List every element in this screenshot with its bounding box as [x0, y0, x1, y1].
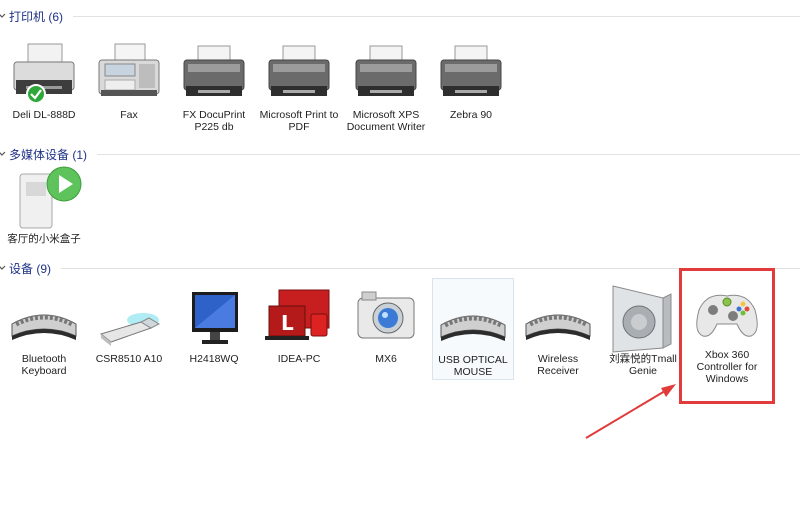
group-divider: [97, 153, 800, 155]
device-label: Bluetooth Keyboard: [21, 353, 67, 377]
device-item-fax[interactable]: Fax: [88, 40, 170, 121]
device-item-ms-print-pdf[interactable]: Microsoft Print to PDF: [258, 40, 340, 133]
device-item-h2418wq[interactable]: H2418WQ: [173, 284, 255, 365]
chevron-down-icon[interactable]: [0, 263, 7, 273]
device-label: 刘霖悦的Tmall Genie: [609, 353, 677, 377]
group-divider: [73, 15, 800, 17]
device-label: H2418WQ: [189, 353, 239, 365]
device-label: MX6: [375, 353, 397, 365]
device-item-deli-printer[interactable]: Deli DL-888D: [3, 40, 85, 121]
device-label: IDEA-PC: [277, 353, 321, 365]
device-label: Microsoft Print to PDF: [259, 109, 339, 133]
printer-icon: [176, 40, 252, 110]
camera-icon: [348, 284, 424, 354]
device-item-usb-optical-mouse[interactable]: USB OPTICAL MOUSE: [432, 278, 514, 380]
group-title: 打印机 (6): [9, 9, 64, 24]
device-item-idea-pc[interactable]: L IDEA-PC: [258, 284, 340, 365]
keyboard-icon: [520, 284, 596, 354]
printer-icon: [261, 40, 337, 110]
monitor-icon: [176, 284, 252, 354]
printer-icon: [433, 40, 509, 110]
group-header-media[interactable]: 多媒体设备 (1): [0, 144, 800, 164]
fax-icon: [91, 40, 167, 110]
group-title: 多媒体设备 (1): [9, 147, 88, 162]
chevron-down-icon[interactable]: [0, 11, 7, 21]
device-label: Zebra 90: [449, 109, 493, 121]
device-label: FX DocuPrint P225 db: [182, 109, 246, 133]
keyboard-icon: [435, 285, 511, 355]
usb-dongle-icon: [91, 284, 167, 354]
device-item-ms-xps-writer[interactable]: Microsoft XPS Document Writer: [345, 40, 427, 133]
device-item-tmall-genie[interactable]: 刘霖悦的Tmall Genie: [602, 284, 684, 377]
group-header-printers[interactable]: 打印机 (6): [0, 6, 800, 26]
device-label: 客厅的小米盒子: [7, 233, 81, 245]
group-title: 设备 (9): [9, 261, 52, 276]
media-box-icon: [6, 164, 82, 234]
device-item-zebra[interactable]: Zebra 90: [430, 40, 512, 121]
device-item-wireless-receiver[interactable]: Wireless Receiver: [517, 284, 599, 377]
device-label: Wireless Receiver: [537, 353, 579, 377]
device-item-mx6[interactable]: MX6: [345, 284, 427, 365]
printer-default-icon: [6, 40, 82, 110]
device-item-bluetooth-keyboard[interactable]: Bluetooth Keyboard: [3, 284, 85, 377]
device-item-xiaomi-box[interactable]: 客厅的小米盒子: [3, 164, 85, 245]
device-label: Fax: [120, 109, 138, 121]
device-label: Deli DL-888D: [12, 109, 76, 121]
keyboard-icon: [6, 284, 82, 354]
chevron-down-icon[interactable]: [0, 149, 7, 159]
speaker-icon: [605, 284, 681, 354]
computer-icon: L: [261, 284, 337, 354]
device-label: CSR8510 A10: [95, 353, 163, 365]
highlight-box: [679, 268, 775, 404]
device-item-csr8510[interactable]: CSR8510 A10: [88, 284, 170, 365]
printer-icon: [348, 40, 424, 110]
device-label: Microsoft XPS Document Writer: [346, 109, 426, 133]
device-item-fx-docuprint[interactable]: FX DocuPrint P225 db: [173, 40, 255, 133]
device-label: USB OPTICAL MOUSE: [438, 354, 508, 378]
svg-text:L: L: [281, 311, 294, 335]
